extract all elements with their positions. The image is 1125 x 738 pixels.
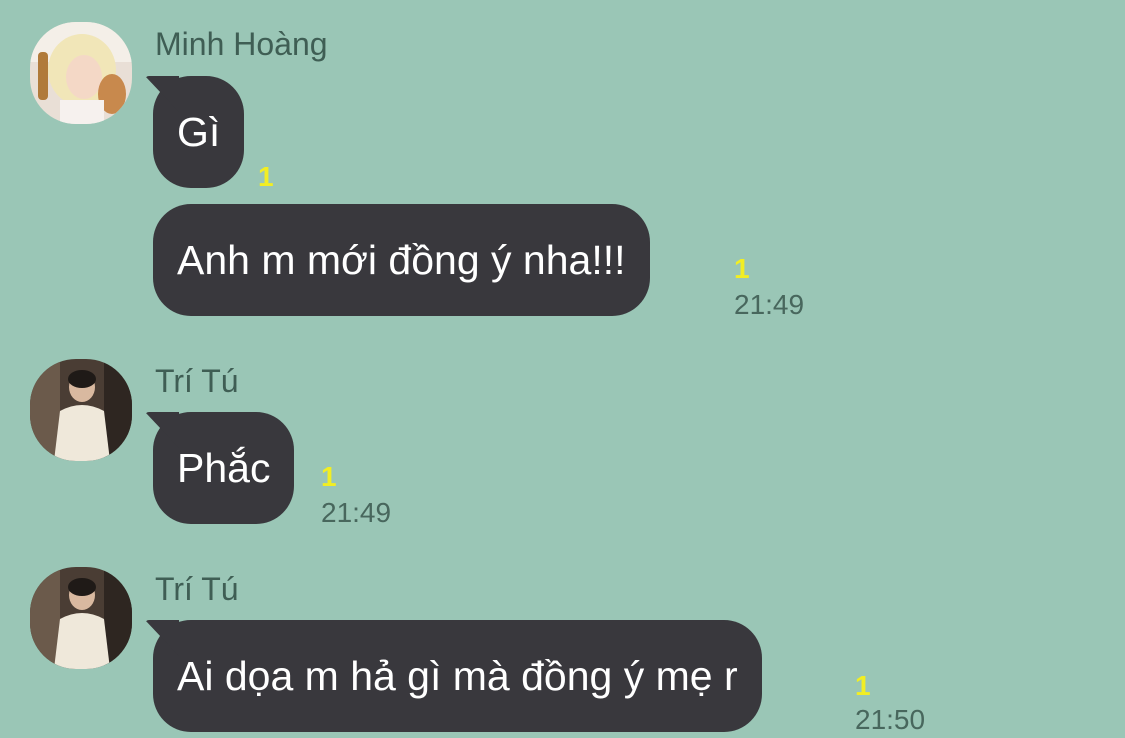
avatar[interactable] <box>30 359 132 461</box>
sender-name: Minh Hoàng <box>155 26 328 62</box>
avatar[interactable] <box>30 22 132 124</box>
chat-message-list[interactable]: Minh Hoàng Gì 1 Anh m mới đồng ý nha!!! … <box>0 0 1125 738</box>
message-bubble[interactable]: Ai dọa m hả gì mà đồng ý mẹ r <box>153 620 762 732</box>
message-bubble[interactable]: Gì <box>153 76 245 188</box>
avatar-person-white-sweater-icon <box>30 359 132 461</box>
message-timestamp: 21:49 <box>734 289 805 320</box>
sender-name: Trí Tú <box>155 571 239 607</box>
message-bubble[interactable]: Anh m mới đồng ý nha!!! <box>153 204 650 316</box>
unread-count-badge: 1 <box>734 253 750 284</box>
avatar-blonde-person-icon <box>30 22 132 124</box>
message-bubble[interactable]: Phắc <box>153 412 295 524</box>
message-text: Anh m mới đồng ý nha!!! <box>177 237 626 283</box>
message-text: Gì <box>177 109 221 155</box>
unread-count-badge: 1 <box>855 670 871 701</box>
avatar-person-white-sweater-icon <box>30 567 132 669</box>
message-text: Ai dọa m hả gì mà đồng ý mẹ r <box>177 653 738 699</box>
unread-count-badge: 1 <box>321 461 337 492</box>
sender-name: Trí Tú <box>155 363 239 399</box>
message-timestamp: 21:49 <box>321 497 392 528</box>
message-timestamp: 21:50 <box>855 704 926 735</box>
unread-count-badge: 1 <box>258 161 274 192</box>
message-text: Phắc <box>177 445 271 491</box>
avatar[interactable] <box>30 567 132 669</box>
